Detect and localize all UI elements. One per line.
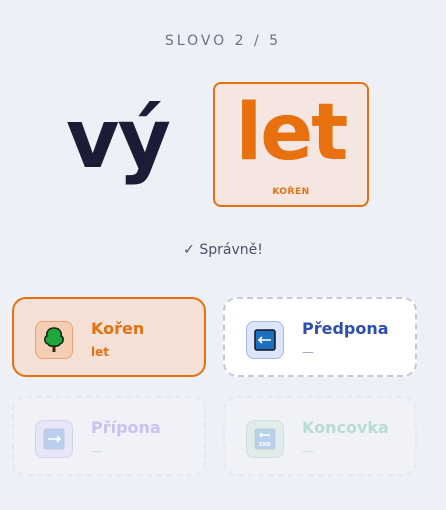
- word-counter: SLOVO 2 / 5: [164, 33, 282, 49]
- card-value: —: [302, 345, 314, 359]
- arrow-left-icon: [246, 321, 284, 359]
- feedback-message: ✓ Správně!: [183, 242, 263, 258]
- card-title: Koncovka: [302, 418, 389, 437]
- card-koncovka[interactable]: END Koncovka —: [223, 396, 417, 476]
- word-prefix: vý: [66, 92, 171, 187]
- tree-icon: [35, 321, 73, 359]
- card-title: Přípona: [91, 418, 161, 437]
- word-display: vý let KOŘEN: [0, 82, 446, 210]
- card-value: —: [91, 444, 103, 458]
- card-koren[interactable]: Kořen let: [12, 297, 206, 377]
- card-title: Kořen: [91, 319, 145, 338]
- card-value: —: [302, 444, 314, 458]
- root-box: let KOŘEN: [213, 82, 369, 207]
- arrow-right-icon: [35, 420, 73, 458]
- card-title: Předpona: [302, 319, 389, 338]
- word-root: let: [235, 88, 349, 178]
- end-icon: END: [246, 420, 284, 458]
- card-predpona[interactable]: Předpona —: [223, 297, 417, 377]
- card-value: let: [91, 345, 109, 359]
- svg-text:END: END: [259, 442, 271, 448]
- root-label: KOŘEN: [272, 187, 310, 197]
- card-pripona[interactable]: Přípona —: [12, 396, 206, 476]
